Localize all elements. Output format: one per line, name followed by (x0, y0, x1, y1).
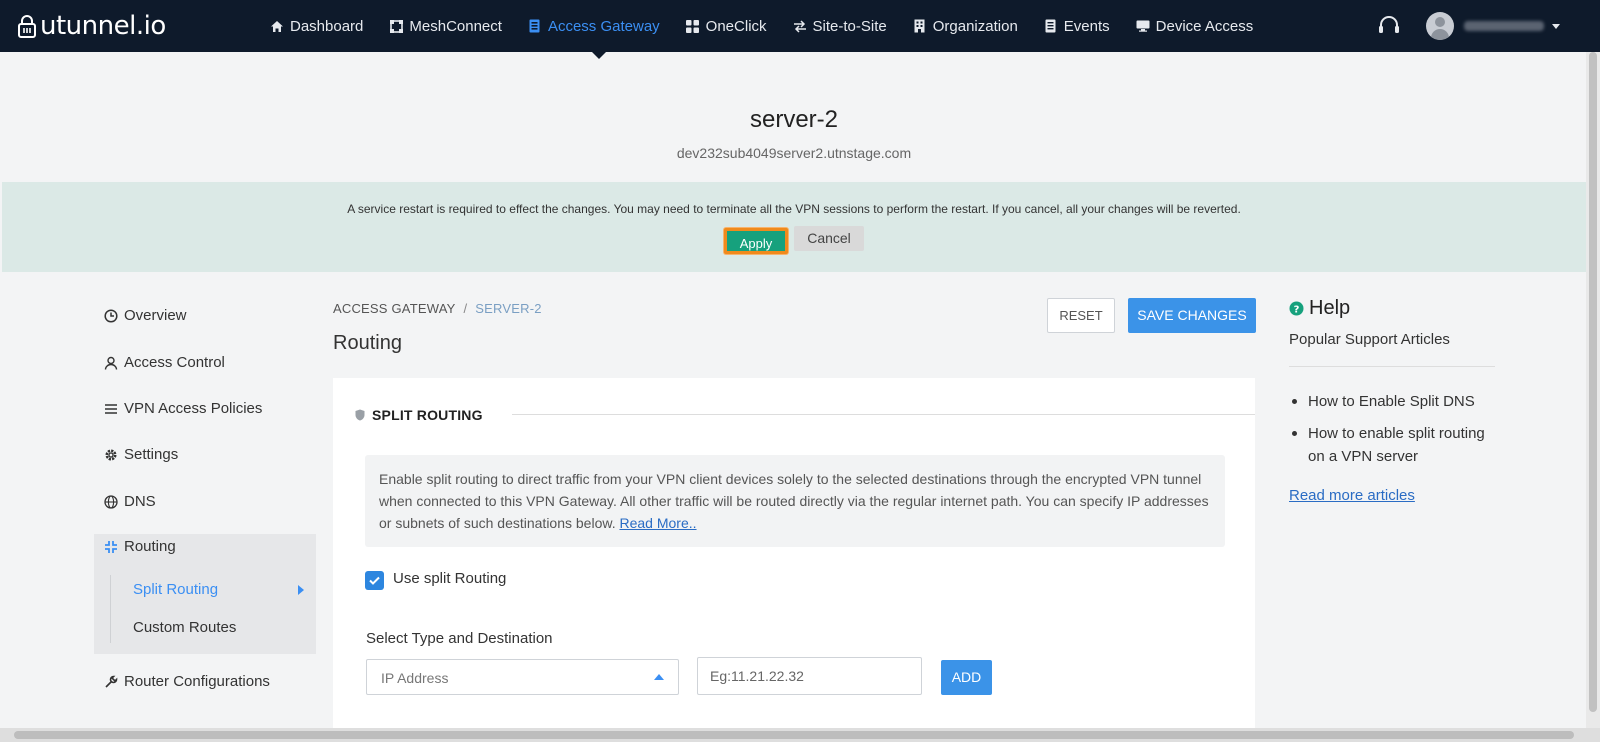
cancel-button[interactable]: Cancel (794, 226, 864, 251)
nav-site-to-site[interactable]: Site-to-Site (793, 18, 887, 35)
reset-button[interactable]: RESET (1047, 298, 1115, 333)
help-divider (1289, 366, 1495, 367)
monitor-icon (1136, 19, 1150, 33)
list-icon (104, 402, 118, 416)
horizontal-scrollbar[interactable] (0, 728, 1600, 742)
nav-organization[interactable]: Organization (913, 18, 1018, 35)
main-nav: Dashboard MeshConnect Access Gateway One… (270, 0, 1279, 52)
chevron-up-icon (654, 674, 664, 680)
home-icon (270, 19, 284, 33)
sidebar-item-routing[interactable]: Routing (104, 538, 176, 555)
routing-icon (104, 540, 118, 554)
help-article[interactable]: How to enable split routing on a VPN ser… (1290, 422, 1495, 468)
chevron-right-icon (298, 585, 304, 595)
brand-name: utunnel.io (40, 11, 166, 41)
nav-dashboard[interactable]: Dashboard (270, 18, 363, 35)
help-articles: How to Enable Split DNS How to enable sp… (1290, 390, 1495, 477)
headset-icon[interactable] (1378, 16, 1400, 36)
apply-button[interactable]: Apply (724, 228, 788, 254)
breadcrumb: ACCESS GATEWAY / SERVER-2 (333, 301, 542, 316)
svg-text:?: ? (1294, 305, 1300, 316)
nav-device-access[interactable]: Device Access (1136, 18, 1253, 35)
nav-events[interactable]: Events (1044, 18, 1110, 35)
add-destination-button[interactable]: ADD (941, 660, 992, 695)
section-divider (512, 414, 1255, 415)
help-heading: ? Help (1289, 297, 1350, 320)
user-icon (104, 356, 118, 370)
nav-meshconnect[interactable]: MeshConnect (389, 18, 502, 35)
server-hostname: dev232sub4049server2.utnstage.com (676, 145, 912, 161)
globe-icon (104, 494, 118, 509)
arrows-icon (793, 19, 807, 33)
ip-address-input[interactable] (697, 657, 922, 695)
lock-icon (18, 15, 36, 38)
mesh-icon (389, 19, 403, 33)
destination-type-value: IP Address (381, 670, 449, 686)
server-name: server-2 (749, 106, 839, 133)
sidebar-item-router-configurations[interactable]: Router Configurations (104, 673, 270, 690)
destination-type-select[interactable]: IP Address (366, 659, 679, 695)
sidebar-item-overview[interactable]: Overview (104, 307, 187, 324)
use-split-routing-label[interactable]: Use split Routing (393, 570, 506, 587)
scrollbar-thumb[interactable] (14, 731, 1574, 739)
building-icon (913, 19, 927, 33)
nav-oneclick[interactable]: OneClick (686, 18, 767, 35)
sidebar-item-vpn-access-policies[interactable]: VPN Access Policies (104, 400, 262, 417)
section-heading: SPLIT ROUTING (355, 407, 483, 423)
list-icon (1044, 19, 1058, 33)
shield-icon (355, 409, 365, 421)
avatar[interactable] (1426, 12, 1454, 40)
help-subtitle: Popular Support Articles (1289, 331, 1450, 348)
read-more-articles-link[interactable]: Read more articles (1289, 487, 1415, 504)
restart-notice-text: A service restart is required to effect … (347, 202, 1241, 216)
gear-icon (104, 448, 118, 462)
read-more-link[interactable]: Read More.. (619, 515, 696, 531)
save-changes-button[interactable]: SAVE CHANGES (1128, 298, 1256, 333)
user-name-redacted[interactable] (1464, 21, 1544, 31)
grid-icon (686, 19, 700, 33)
sidebar-sub-custom-routes[interactable]: Custom Routes (133, 619, 236, 636)
split-routing-description: Enable split routing to direct traffic f… (365, 455, 1225, 547)
clock-icon (104, 308, 118, 323)
sidebar-item-access-control[interactable]: Access Control (104, 354, 225, 371)
use-split-routing-checkbox[interactable] (365, 571, 384, 590)
chevron-down-icon[interactable] (1552, 23, 1560, 29)
sidebar-item-settings[interactable]: Settings (104, 446, 178, 463)
breadcrumb-separator: / (463, 301, 468, 316)
destination-label: Select Type and Destination (366, 630, 553, 647)
help-icon: ? (1289, 301, 1304, 316)
breadcrumb-root[interactable]: ACCESS GATEWAY (333, 301, 455, 316)
help-article[interactable]: How to Enable Split DNS (1290, 390, 1495, 413)
active-nav-pointer (592, 52, 606, 59)
brand-logo[interactable]: utunnel.io (16, 11, 166, 41)
nav-access-gateway[interactable]: Access Gateway (528, 18, 660, 35)
sidebar-sub-divider (110, 575, 111, 643)
gateway-icon (528, 19, 542, 33)
wrench-icon (104, 675, 118, 689)
sidebar-item-dns[interactable]: DNS (104, 493, 156, 510)
scrollbar-thumb[interactable] (1589, 52, 1597, 712)
sidebar-sub-split-routing[interactable]: Split Routing (133, 581, 218, 598)
user-area (1378, 0, 1560, 52)
page-title: Routing (333, 332, 402, 354)
vertical-scrollbar[interactable] (1586, 52, 1600, 742)
checkmark-icon (369, 576, 380, 585)
breadcrumb-current: SERVER-2 (475, 301, 542, 316)
top-navbar: utunnel.io Dashboard MeshConnect Access … (0, 0, 1600, 52)
